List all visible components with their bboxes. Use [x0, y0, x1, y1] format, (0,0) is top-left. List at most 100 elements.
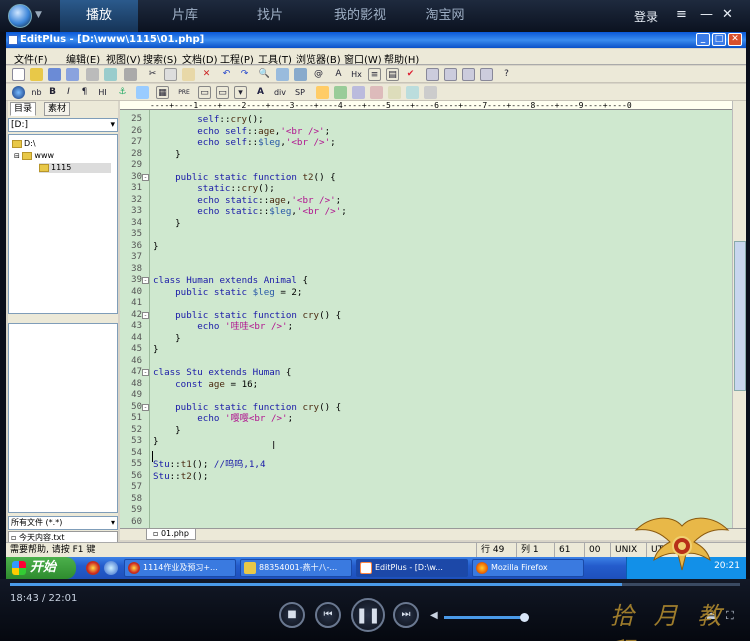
fold-marker-icon[interactable]: - — [142, 277, 149, 284]
pre-button[interactable]: PRE — [176, 86, 192, 99]
document-tab-01php[interactable]: ▫ 01.php — [146, 529, 196, 540]
menu-help[interactable]: 帮助(H) — [384, 51, 419, 66]
color-button[interactable]: A — [254, 86, 267, 99]
code-area[interactable]: self::cry(); echo self::age,'<br />'; ec… — [151, 110, 732, 528]
menu-search[interactable]: 搜索(S) — [143, 51, 177, 66]
tab-play[interactable]: 播放 — [60, 0, 138, 32]
ruler-icon[interactable]: ▤ — [386, 68, 399, 81]
menu-edit[interactable]: 编辑(E) — [66, 51, 100, 66]
scrollbar-thumb[interactable] — [734, 241, 746, 391]
table-icon[interactable]: ▦ — [156, 86, 169, 99]
menu-dropdown-icon[interactable]: ▼ — [35, 10, 42, 20]
tab-directory[interactable]: 目录 — [10, 102, 37, 116]
view-directory-icon[interactable] — [426, 68, 439, 81]
volume-icon[interactable]: ◀ — [430, 610, 438, 621]
close-icon[interactable]: ✕ — [722, 8, 733, 22]
check-icon[interactable]: ✔ — [404, 68, 417, 81]
minimize-icon[interactable]: — — [700, 8, 713, 22]
volume-knob[interactable] — [520, 613, 529, 622]
file-list[interactable] — [8, 323, 118, 513]
menu-window[interactable]: 窗口(W) — [344, 51, 382, 66]
taskbar-item-firefox[interactable]: Mozilla Firefox — [472, 559, 584, 577]
open-folder-icon[interactable] — [30, 68, 43, 81]
paragraph-button[interactable]: ¶ — [78, 86, 91, 99]
tree-item-www[interactable]: ⊟ www — [14, 151, 54, 161]
bold-button[interactable]: B — [46, 86, 59, 99]
color-picker-icon[interactable] — [406, 86, 419, 99]
player-logo-icon[interactable] — [8, 4, 32, 28]
italic-button[interactable]: I — [62, 86, 75, 99]
start-button[interactable]: 开始 — [6, 557, 76, 579]
code-editor[interactable]: ----+----1----+----2----+----3----+----4… — [120, 101, 746, 528]
paste-icon[interactable] — [182, 68, 195, 81]
chrome-quicklaunch-icon[interactable] — [86, 561, 100, 575]
ie-quicklaunch-icon[interactable] — [104, 561, 118, 575]
browser-icon[interactable] — [12, 86, 25, 99]
form-icon[interactable]: ▭ — [198, 86, 211, 99]
window-close-button[interactable]: ✕ — [728, 33, 742, 46]
tab-taobao[interactable]: 淘宝网 — [410, 0, 480, 32]
previous-button[interactable]: ⏮ — [315, 602, 341, 628]
menu-project[interactable]: 工程(P) — [220, 51, 254, 66]
login-link[interactable]: 登录 — [634, 8, 658, 25]
file-filter-select[interactable]: 所有文件 (*.*) ▾ — [8, 516, 118, 530]
tab-find[interactable]: 找片 — [235, 0, 305, 32]
word-wrap-icon[interactable]: ≡ — [368, 68, 381, 81]
menu-icon[interactable]: ≡ — [676, 8, 687, 22]
preview-icon[interactable] — [424, 86, 437, 99]
view-output-icon[interactable] — [462, 68, 475, 81]
view-cliptext-icon[interactable] — [444, 68, 457, 81]
div-button[interactable]: div — [272, 86, 288, 99]
script-icon[interactable] — [316, 86, 329, 99]
print-icon[interactable] — [86, 68, 99, 81]
vertical-scrollbar[interactable] — [732, 101, 746, 528]
delete-icon[interactable]: ✕ — [200, 68, 213, 81]
goto-icon[interactable]: @ — [312, 68, 325, 81]
stop-button[interactable]: ■ — [279, 602, 305, 628]
replace-icon[interactable] — [276, 68, 289, 81]
tab-cliptext[interactable]: 素材 — [44, 102, 71, 116]
fold-marker-icon[interactable]: - — [142, 311, 149, 319]
pause-button[interactable]: ❚❚ — [351, 598, 385, 632]
fold-marker-icon[interactable]: - — [142, 369, 149, 376]
print-preview-icon[interactable] — [104, 68, 117, 81]
comment-icon[interactable] — [352, 86, 365, 99]
input-icon[interactable]: ▭ — [216, 86, 229, 99]
drive-select[interactable]: [D:] ▾ — [8, 118, 118, 132]
menu-browser[interactable]: 浏览器(B) — [296, 51, 341, 66]
image-icon[interactable] — [136, 86, 149, 99]
hex-icon[interactable]: Hx — [350, 68, 363, 81]
window-maximize-button[interactable]: □ — [712, 33, 726, 46]
anchor-icon[interactable]: ⚓ — [116, 86, 129, 99]
window-minimize-button[interactable]: _ — [696, 33, 710, 46]
select-icon[interactable]: ▾ — [234, 86, 247, 99]
help-icon[interactable]: ? — [500, 68, 513, 81]
tree-item-drive[interactable]: D:\ — [12, 139, 36, 149]
tab-my-videos[interactable]: 我的影视 — [320, 0, 400, 32]
next-button[interactable]: ⏭ — [393, 602, 419, 628]
volume-slider[interactable] — [444, 613, 529, 622]
find-in-files-icon[interactable] — [294, 68, 307, 81]
menu-document[interactable]: 文档(D) — [182, 51, 218, 66]
new-file-icon[interactable] — [12, 68, 25, 81]
style-icon[interactable] — [334, 86, 347, 99]
font-size-icon[interactable]: A — [332, 68, 345, 81]
save-all-icon[interactable] — [66, 68, 79, 81]
tab-library[interactable]: 片库 — [150, 0, 220, 32]
spell-check-icon[interactable] — [124, 68, 137, 81]
menu-file[interactable]: 文件(F) — [14, 51, 48, 66]
save-icon[interactable] — [48, 68, 61, 81]
undo-icon[interactable]: ↶ — [220, 68, 233, 81]
taskbar-item-folder[interactable]: 88354001-燕十八-... — [240, 559, 352, 577]
copy-icon[interactable] — [164, 68, 177, 81]
menu-view[interactable]: 视图(V) — [106, 51, 141, 66]
progress-bar[interactable] — [10, 583, 740, 586]
taskbar-item-chrome[interactable]: 1114作业及预习+... — [124, 559, 236, 577]
menu-tools[interactable]: 工具(T) — [258, 51, 292, 66]
special-chars-icon[interactable] — [370, 86, 383, 99]
span-button[interactable]: SP — [292, 86, 308, 99]
heading-button[interactable]: HI — [96, 86, 109, 99]
taskbar-item-editplus[interactable]: EditPlus - [D:\w... — [356, 559, 468, 577]
cut-icon[interactable]: ✂ — [146, 68, 159, 81]
redo-icon[interactable]: ↷ — [238, 68, 251, 81]
